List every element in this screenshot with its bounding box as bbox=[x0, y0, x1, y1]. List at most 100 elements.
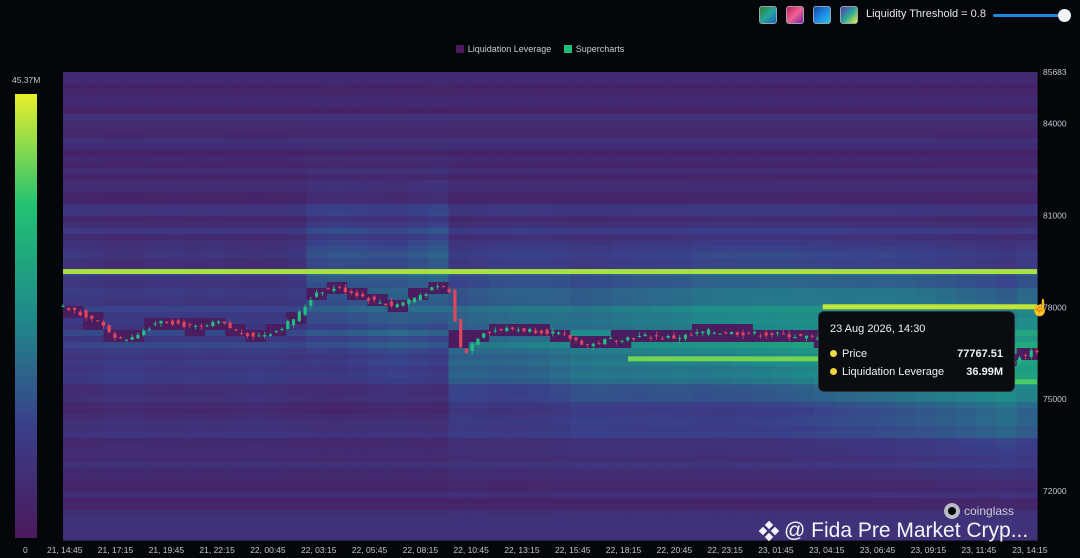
heatmap-cell bbox=[773, 342, 795, 349]
heatmap-cell bbox=[793, 96, 815, 103]
heatmap-cell bbox=[570, 156, 592, 163]
heatmap-cell bbox=[408, 426, 429, 433]
heatmap-cell bbox=[509, 342, 531, 349]
heatmap-cell bbox=[570, 534, 592, 541]
heatmap-cell bbox=[83, 372, 105, 379]
heatmap-cell bbox=[225, 90, 247, 97]
heatmap-cell bbox=[103, 474, 125, 481]
heatmap-cell bbox=[144, 498, 166, 505]
heatmap-cell bbox=[529, 192, 551, 199]
heatmap-cell bbox=[509, 84, 531, 91]
heatmap-cell bbox=[205, 528, 226, 535]
heatmap-cell bbox=[448, 468, 470, 475]
heatmap-cell bbox=[1016, 210, 1038, 217]
heatmap-cell bbox=[387, 444, 409, 451]
heatmap-cell bbox=[265, 534, 287, 541]
heatmap-cell bbox=[935, 282, 957, 289]
heatmap-cell bbox=[732, 426, 754, 433]
heatmap-cell bbox=[225, 366, 247, 373]
heatmap-cell bbox=[83, 72, 105, 79]
heatmap-cell bbox=[225, 156, 247, 163]
tooltip-value: 77767.51 bbox=[957, 348, 1003, 360]
heatmap-cell bbox=[408, 456, 429, 463]
heatmap-cell bbox=[996, 480, 1018, 487]
heatmap-cell bbox=[570, 408, 592, 415]
heatmap-cell bbox=[408, 156, 429, 163]
heatmap-cell bbox=[712, 300, 734, 307]
heatmap-cell bbox=[509, 516, 531, 523]
heatmap-cell bbox=[387, 456, 409, 463]
heatmap-cell bbox=[874, 156, 896, 163]
heatmap-cell bbox=[489, 522, 510, 529]
heatmap-cell bbox=[509, 174, 531, 181]
heatmap-cell bbox=[752, 168, 774, 175]
heatmap-cell bbox=[834, 456, 855, 463]
heatmap-cell bbox=[225, 438, 247, 445]
heatmap-cell bbox=[732, 228, 754, 235]
heatmap-cell bbox=[773, 222, 795, 229]
heatmap-cell bbox=[468, 84, 490, 91]
heatmap-cell bbox=[326, 252, 348, 259]
heatmap-cell bbox=[83, 234, 105, 241]
heatmap-cell bbox=[834, 108, 855, 115]
heatmap-cell bbox=[509, 114, 531, 121]
heatmap-cell bbox=[692, 102, 713, 109]
heatmap-cell bbox=[205, 390, 226, 397]
heatmap-cell bbox=[408, 492, 429, 499]
heatmap-cell bbox=[225, 150, 247, 157]
heatmap-cell bbox=[468, 126, 490, 133]
heatmap-cell bbox=[773, 366, 795, 373]
heatmap-cell bbox=[793, 294, 815, 301]
heatmap-cell bbox=[590, 84, 612, 91]
heatmap-cell bbox=[610, 324, 632, 331]
heatmap-cell bbox=[509, 360, 531, 367]
heatmap-cell bbox=[428, 414, 450, 421]
heatmap-cell bbox=[448, 294, 470, 301]
heatmap-cell bbox=[955, 294, 977, 301]
heatmap-cell bbox=[306, 444, 328, 451]
heatmap-cell bbox=[468, 252, 490, 259]
heatmap-cell bbox=[651, 258, 673, 265]
heatmap-cell bbox=[408, 132, 429, 139]
heatmap-cell bbox=[184, 480, 206, 487]
heatmap-cell bbox=[895, 180, 916, 187]
candle-body bbox=[401, 302, 405, 306]
heatmap-cell bbox=[976, 492, 997, 499]
heatmap-cell bbox=[834, 174, 855, 181]
heatmap-cell bbox=[468, 240, 490, 247]
heatmap-cell bbox=[1016, 414, 1038, 421]
heatmap-cell bbox=[732, 402, 754, 409]
heatmap-cell bbox=[448, 528, 470, 535]
heatmap-cell bbox=[915, 462, 937, 469]
heatmap-cell bbox=[550, 150, 571, 157]
heatmap-cell bbox=[225, 234, 247, 241]
heatmap-cell bbox=[144, 198, 166, 205]
heatmap-cell bbox=[631, 462, 653, 469]
heatmap-cell bbox=[428, 162, 450, 169]
candle-body bbox=[770, 333, 774, 336]
heatmap-cell bbox=[306, 132, 328, 139]
heatmap-cell bbox=[590, 132, 612, 139]
heatmap-cell bbox=[306, 480, 328, 487]
heatmap-cell bbox=[671, 468, 693, 475]
heatmap-cell bbox=[225, 414, 247, 421]
heatmap-cell bbox=[712, 282, 734, 289]
heatmap-cell bbox=[408, 354, 429, 361]
heatmap-cell bbox=[245, 378, 267, 385]
heatmap-cell bbox=[489, 414, 510, 421]
heatmap-cell bbox=[144, 180, 166, 187]
heatmap-cell bbox=[610, 450, 632, 457]
heatmap-cell bbox=[225, 198, 247, 205]
heatmap-cell bbox=[123, 306, 145, 313]
candle-body bbox=[119, 337, 123, 339]
heatmap-cell bbox=[895, 228, 916, 235]
heatmap-cell bbox=[347, 426, 368, 433]
heatmap-cell bbox=[103, 456, 125, 463]
heatmap-cell bbox=[752, 480, 774, 487]
heatmap-cell bbox=[976, 246, 997, 253]
heatmap-cell bbox=[123, 204, 145, 211]
heatmap-cell bbox=[752, 144, 774, 151]
y-tick-label: 85683 bbox=[1043, 67, 1067, 77]
heatmap-cell bbox=[184, 384, 206, 391]
heatmap-cell bbox=[712, 168, 734, 175]
